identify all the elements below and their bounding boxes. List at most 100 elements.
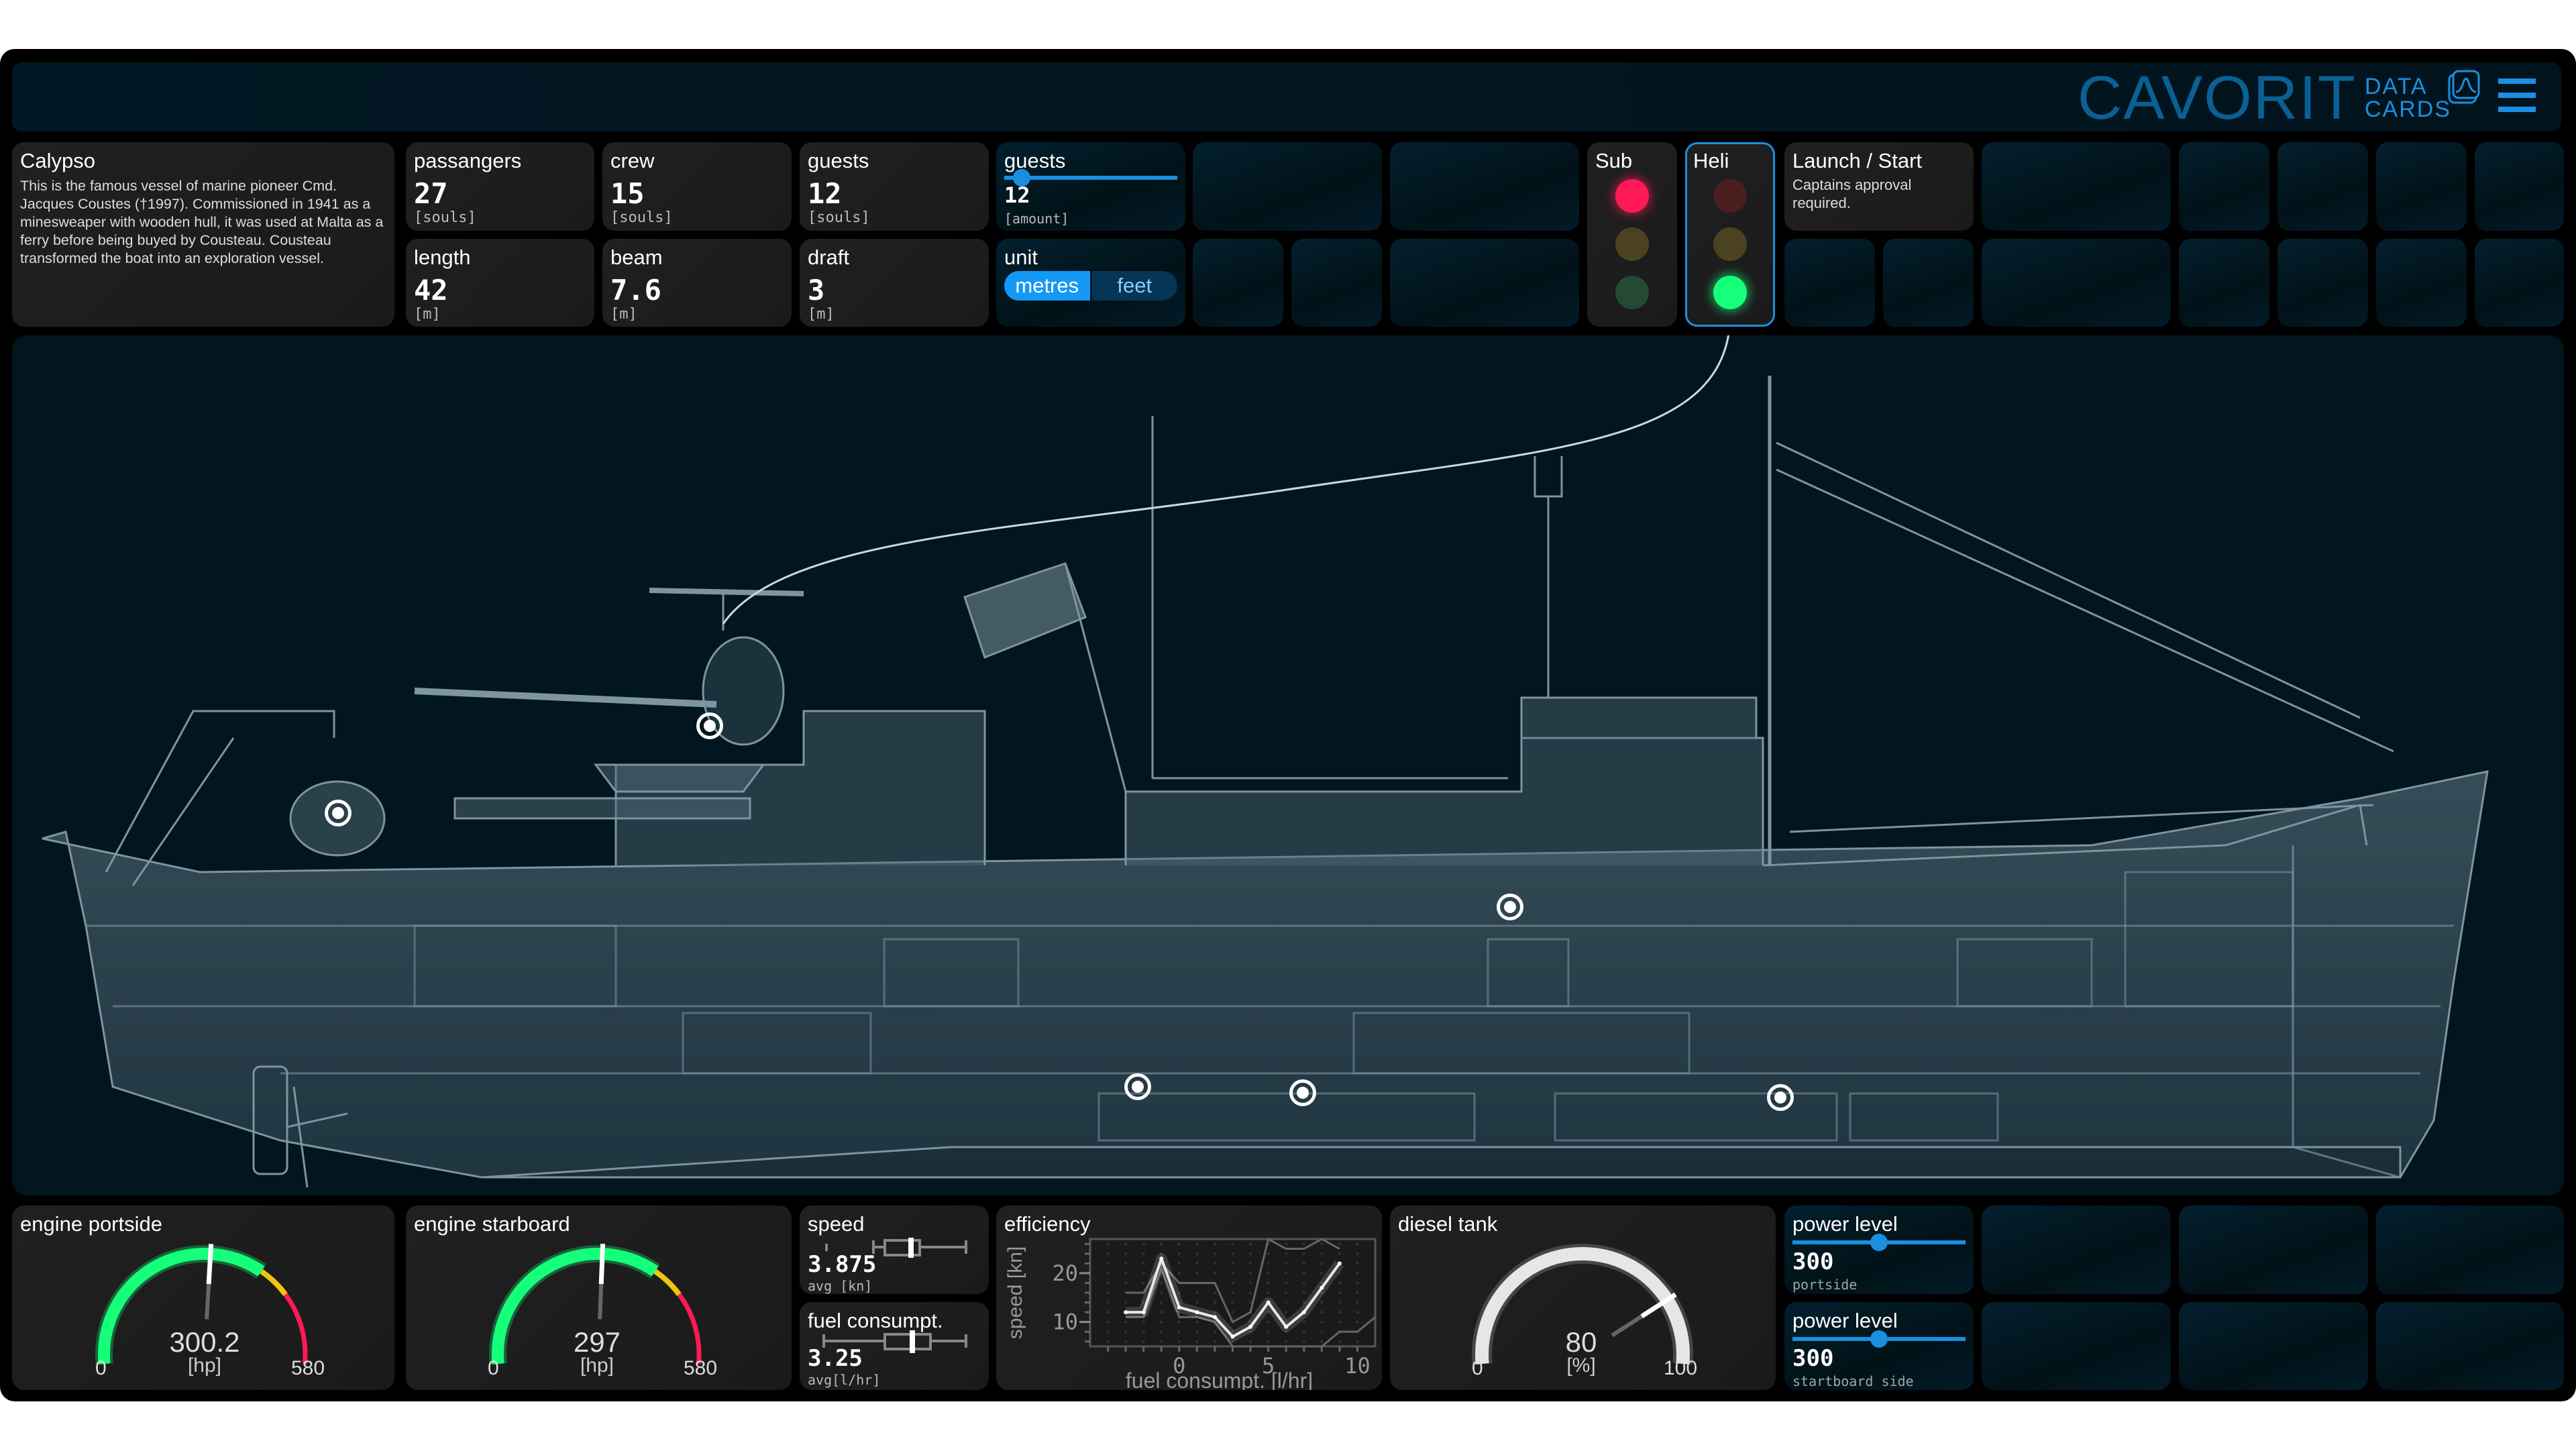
chart-grid-dot [1124, 1281, 1128, 1285]
empty-tile [2277, 142, 2368, 231]
chart-y-tick-label: 10 [1052, 1309, 1078, 1335]
chart-grid-dot [1106, 1262, 1110, 1265]
chart-grid-dot [1302, 1262, 1305, 1265]
unit-segmented-control[interactable]: metres feet [1004, 271, 1177, 301]
engine-portside-unit: [hp] [187, 1354, 222, 1377]
hotspot-submarine[interactable] [325, 800, 352, 826]
chart-grid-dot [1302, 1320, 1305, 1324]
chart-grid-dot [1106, 1320, 1110, 1324]
hotspot-engine-room-1[interactable] [1124, 1073, 1151, 1100]
chart-grid-dot [1249, 1271, 1252, 1275]
chart-grid-dot [1160, 1330, 1163, 1334]
chart-grid-dot [1302, 1242, 1305, 1246]
hotspot-engine-room-2[interactable] [1289, 1079, 1316, 1106]
empty-tile [1193, 142, 1382, 231]
empty-tile [1784, 239, 1875, 327]
chart-grid-dot [1142, 1320, 1145, 1324]
power-starboard-slider[interactable] [1792, 1330, 1966, 1348]
unit-option-feet[interactable]: feet [1092, 271, 1178, 301]
heli-red-light [1713, 179, 1747, 213]
diesel-tank-value: 80 [1565, 1326, 1597, 1358]
launch-text: Captains approval required. [1792, 176, 1912, 211]
chart-grid-dot [1177, 1242, 1181, 1246]
sub-status-card: Sub [1587, 142, 1677, 327]
vessel-info-card: Calypso This is the famous vessel of mar… [12, 142, 394, 327]
efficiency-chart: 0 5 101020fuel consumpt. [l/hr]speed [kn] [1004, 1237, 1377, 1390]
chart-grid-dot [1106, 1281, 1110, 1285]
chart-grid-dot [1356, 1281, 1359, 1285]
chart-grid-dot [1106, 1252, 1110, 1255]
chart-grid-dot [1142, 1281, 1145, 1285]
hotspot-helicopter[interactable] [696, 712, 723, 739]
crew-value: 15 [610, 177, 645, 210]
chart-point [1124, 1310, 1128, 1315]
chart-grid-dot [1320, 1252, 1324, 1255]
beam-card: beam 7.6 [m] [602, 239, 792, 327]
chart-grid-dot [1249, 1281, 1252, 1285]
chart-grid-dot [1267, 1281, 1270, 1285]
chart-grid-dot [1142, 1242, 1145, 1246]
chart-grid-dot [1320, 1330, 1324, 1334]
chart-grid-dot [1338, 1320, 1341, 1324]
empty-tile [2179, 239, 2269, 327]
chart-grid-dot [1177, 1320, 1181, 1324]
guests-card: guests 12 [souls] [800, 142, 989, 231]
length-unit: [m] [414, 306, 441, 323]
chart-grid-dot [1213, 1271, 1216, 1275]
chart-grid-dot [1356, 1340, 1359, 1343]
launch-card[interactable]: Launch / Start Captains approval require… [1784, 142, 1974, 231]
chart-grid-dot [1285, 1340, 1288, 1343]
speed-iqr-box [883, 1239, 921, 1256]
power-portside-knob[interactable] [1870, 1234, 1888, 1251]
chart-grid-dot [1356, 1320, 1359, 1324]
heli-label: Heli [1693, 149, 1729, 172]
chart-grid-dot [1285, 1311, 1288, 1314]
chart-grid-dot [1106, 1291, 1110, 1294]
heli-status-card[interactable]: Heli [1685, 142, 1775, 327]
crew-card: crew 15 [souls] [602, 142, 792, 231]
chart-grid-dot [1302, 1330, 1305, 1334]
chart-grid-dot [1106, 1311, 1110, 1314]
gauge-needle [206, 1244, 214, 1285]
chart-grid-dot [1356, 1311, 1359, 1314]
chart-grid-dot [1338, 1242, 1341, 1246]
passangers-unit: [souls] [414, 209, 476, 226]
beam-unit: [m] [610, 306, 637, 323]
diesel-tank-card: diesel tank 80 [%] 0 100 [1390, 1205, 1776, 1390]
chart-grid-dot [1231, 1271, 1234, 1275]
chart-grid-dot [1142, 1330, 1145, 1334]
chart-grid-dot [1195, 1330, 1199, 1334]
unit-option-metres[interactable]: metres [1004, 271, 1092, 301]
guests-slider-card: guests 12 [amount] [996, 142, 1185, 231]
chart-grid-dot [1249, 1262, 1252, 1265]
chart-grid-dot [1124, 1252, 1128, 1255]
engine-portside-min: 0 [95, 1357, 107, 1379]
chart-grid-dot [1177, 1340, 1181, 1343]
chart-grid-dot [1195, 1252, 1199, 1255]
chart-grid-dot [1195, 1291, 1199, 1294]
chart-grid-dot [1231, 1242, 1234, 1246]
chart-y-tick-label: 20 [1052, 1260, 1078, 1286]
chart-grid-dot [1195, 1301, 1199, 1304]
chart-x-axis-label: fuel consumpt. [l/hr] [1126, 1368, 1313, 1390]
guests-slider[interactable] [1004, 169, 1177, 186]
empty-tile [2277, 239, 2368, 327]
heli-green-light [1713, 276, 1747, 309]
power-starboard-knob[interactable] [1870, 1330, 1888, 1348]
gauge-needle [598, 1243, 606, 1285]
chart-grid-dot [1195, 1242, 1199, 1246]
chart-grid-dot [1142, 1262, 1145, 1265]
hotspot-hold[interactable] [1767, 1084, 1794, 1111]
hamburger-menu-button[interactable] [2498, 78, 2536, 116]
hotspot-bridge[interactable] [1497, 894, 1523, 920]
menu-bar-icon [2498, 78, 2536, 84]
launch-title: Launch / Start [1792, 149, 1923, 172]
chart-grid-dot [1195, 1262, 1199, 1265]
chart-grid-dot [1267, 1330, 1270, 1334]
passangers-label: passangers [414, 149, 522, 172]
chart-grid-dot [1320, 1340, 1324, 1343]
chart-grid-dot [1249, 1291, 1252, 1294]
power-portside-slider[interactable] [1792, 1234, 1966, 1251]
heli-yellow-light [1713, 227, 1747, 261]
power-starboard-card: power level 300 startboard side [1784, 1302, 1974, 1390]
